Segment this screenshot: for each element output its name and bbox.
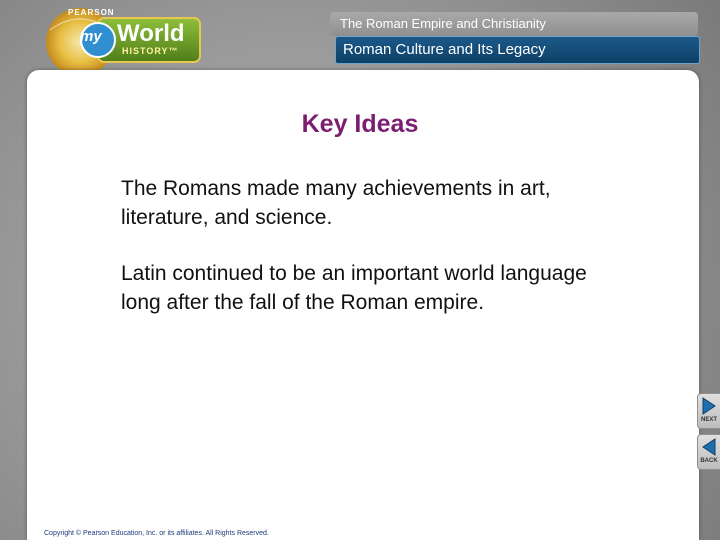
back-label: BACK	[700, 458, 718, 464]
back-button[interactable]: BACK	[697, 434, 720, 470]
slide-title: Key Ideas	[301, 110, 419, 138]
back-arrow-icon	[702, 438, 716, 456]
logo-history: HISTORY™	[122, 46, 179, 56]
logo-my: my	[80, 28, 102, 45]
key-idea-2: Latin continued to be an important world…	[121, 262, 587, 314]
next-button[interactable]: NEXT	[697, 393, 720, 429]
section-title-bar: Roman Culture and Its Legacy	[335, 36, 700, 64]
next-label: NEXT	[700, 417, 717, 423]
logo-world: World	[117, 20, 185, 47]
chapter-title: The Roman Empire and Christianity	[340, 16, 546, 31]
chapter-title-bar: The Roman Empire and Christianity	[330, 12, 698, 36]
next-arrow-icon	[702, 397, 716, 415]
publisher-label: PEARSON	[68, 8, 115, 17]
key-idea-1: The Romans made many achievements in art…	[121, 177, 551, 229]
section-title: Roman Culture and Its Legacy	[343, 41, 546, 58]
copyright-notice: Copyright © Pearson Education, Inc. or i…	[44, 530, 269, 537]
my-world-history-logo: PEARSON my World HISTORY™	[10, 2, 210, 76]
